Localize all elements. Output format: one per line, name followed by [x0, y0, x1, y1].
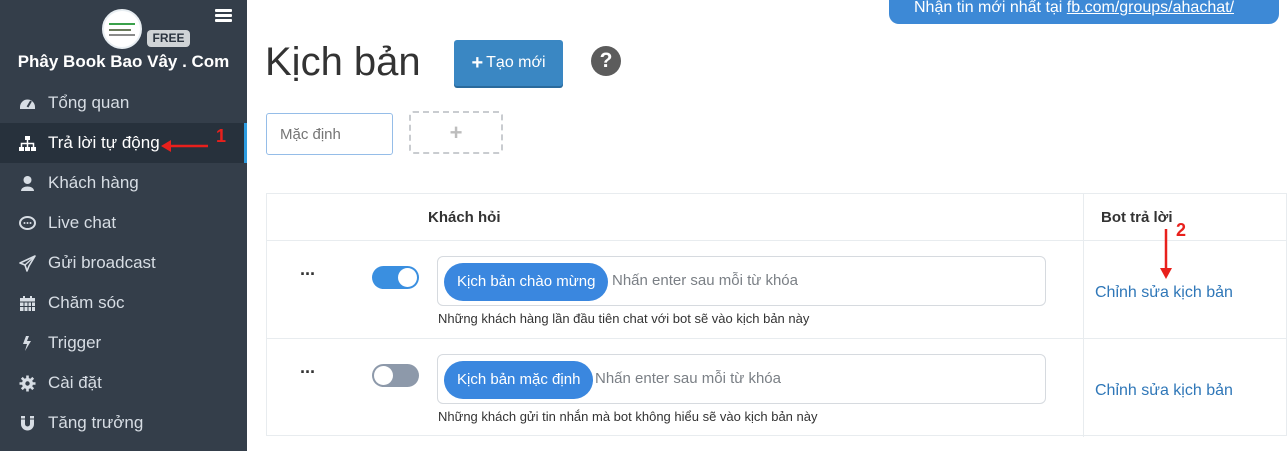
magnet-icon [19, 415, 36, 432]
banner-text: Nhận tin mới nhất tại [914, 0, 1067, 16]
dashboard-icon [19, 95, 36, 112]
sidebar-item-label: Live chat [48, 213, 117, 232]
create-new-button[interactable]: + Tạo mới [454, 40, 563, 86]
add-tab-button[interactable]: + [409, 111, 503, 154]
announcement-banner[interactable]: Nhận tin mới nhất tại fb.com/groups/ahac… [889, 0, 1279, 24]
sidebar-item-label: Cài đặt [48, 373, 102, 392]
sidebar-item-growth[interactable]: Tăng trưởng [0, 403, 247, 443]
annotation-arrow-down [1160, 229, 1172, 279]
annotation-number-1: 1 [216, 126, 227, 146]
edit-scenario-link[interactable]: Chỉnh sửa kịch bản [1095, 284, 1233, 302]
annotation-number-2: 2 [1176, 220, 1187, 240]
brand-name: Phây Book Bao Vây . Com [17, 52, 230, 71]
sidebar-item-care[interactable]: Chăm sóc [0, 283, 247, 323]
sidebar-item-trigger[interactable]: Trigger [0, 323, 247, 363]
sidebar-item-label: Gửi broadcast [48, 253, 156, 272]
keyword-placeholder: Nhấn enter sau mỗi từ khóa [612, 272, 798, 289]
page-title: Kịch bản [265, 40, 421, 84]
calendar-icon [19, 295, 36, 312]
scenario-table: Khách hỏi Bot trả lời ··· Kịch bản chào … [266, 193, 1287, 437]
sidebar-item-label: Trả lời tự động [48, 133, 160, 152]
sidebar-item-label: Trigger [48, 333, 102, 352]
free-badge: FREE [147, 30, 190, 47]
sidebar-item-label: Tăng trưởng [48, 413, 144, 432]
scenario-tab-input[interactable] [266, 113, 393, 155]
keyword-placeholder: Nhấn enter sau mỗi từ khóa [595, 370, 781, 387]
annotation-arrow-left [161, 140, 208, 152]
sidebar-item-settings[interactable]: Cài đặt [0, 363, 247, 403]
row-menu-icon[interactable]: ··· [300, 362, 316, 383]
hamburger-menu-icon[interactable] [215, 9, 232, 23]
gear-icon [19, 375, 36, 392]
sidebar-item-label: Khách hàng [48, 173, 139, 192]
sidebar-item-label: Chăm sóc [48, 293, 125, 312]
scenario-chip[interactable]: Kịch bản mặc định [444, 361, 594, 399]
banner-link[interactable]: fb.com/groups/ahachat/ [1067, 0, 1234, 16]
sidebar-item-live-chat[interactable]: Live chat [0, 203, 247, 243]
row-menu-icon[interactable]: ··· [300, 264, 316, 285]
sidebar-item-label: Tổng quan [48, 93, 130, 112]
sidebar-item-customers[interactable]: Khách hàng [0, 163, 247, 203]
chat-bubble-icon [19, 215, 36, 232]
keyword-input[interactable]: Kịch bản mặc định Nhấn enter sau mỗi từ … [437, 354, 1046, 404]
edit-scenario-link[interactable]: Chỉnh sửa kịch bản [1095, 382, 1233, 400]
main-content: Nhận tin mới nhất tại fb.com/groups/ahac… [247, 0, 1287, 451]
column-header-bot: Bot trả lời [1101, 209, 1173, 226]
plus-icon: + [471, 51, 484, 74]
scenario-chip[interactable]: Kịch bản chào mừng [444, 263, 609, 301]
scenario-toggle[interactable] [372, 364, 419, 387]
help-icon[interactable]: ? [591, 46, 621, 76]
keyword-input[interactable]: Kịch bản chào mừng Nhấn enter sau mỗi từ… [437, 256, 1046, 306]
sidebar: FREE Phây Book Bao Vây . Com Tổng quan T… [0, 0, 247, 451]
sidebar-item-overview[interactable]: Tổng quan [0, 83, 247, 123]
user-icon [19, 175, 36, 192]
column-header-customer: Khách hỏi [428, 209, 501, 226]
bolt-icon [19, 335, 36, 352]
scenario-description: Những khách hàng lần đầu tiên chat với b… [438, 311, 810, 326]
create-new-label: Tạo mới [486, 54, 546, 71]
scenario-description: Những khách gửi tin nhắn mà bot không hi… [438, 409, 818, 424]
paper-plane-icon [19, 254, 36, 272]
brand-logo[interactable] [102, 9, 142, 49]
sitemap-icon [19, 135, 36, 152]
sidebar-item-broadcast[interactable]: Gửi broadcast [0, 243, 247, 283]
scenario-toggle[interactable] [372, 266, 419, 289]
